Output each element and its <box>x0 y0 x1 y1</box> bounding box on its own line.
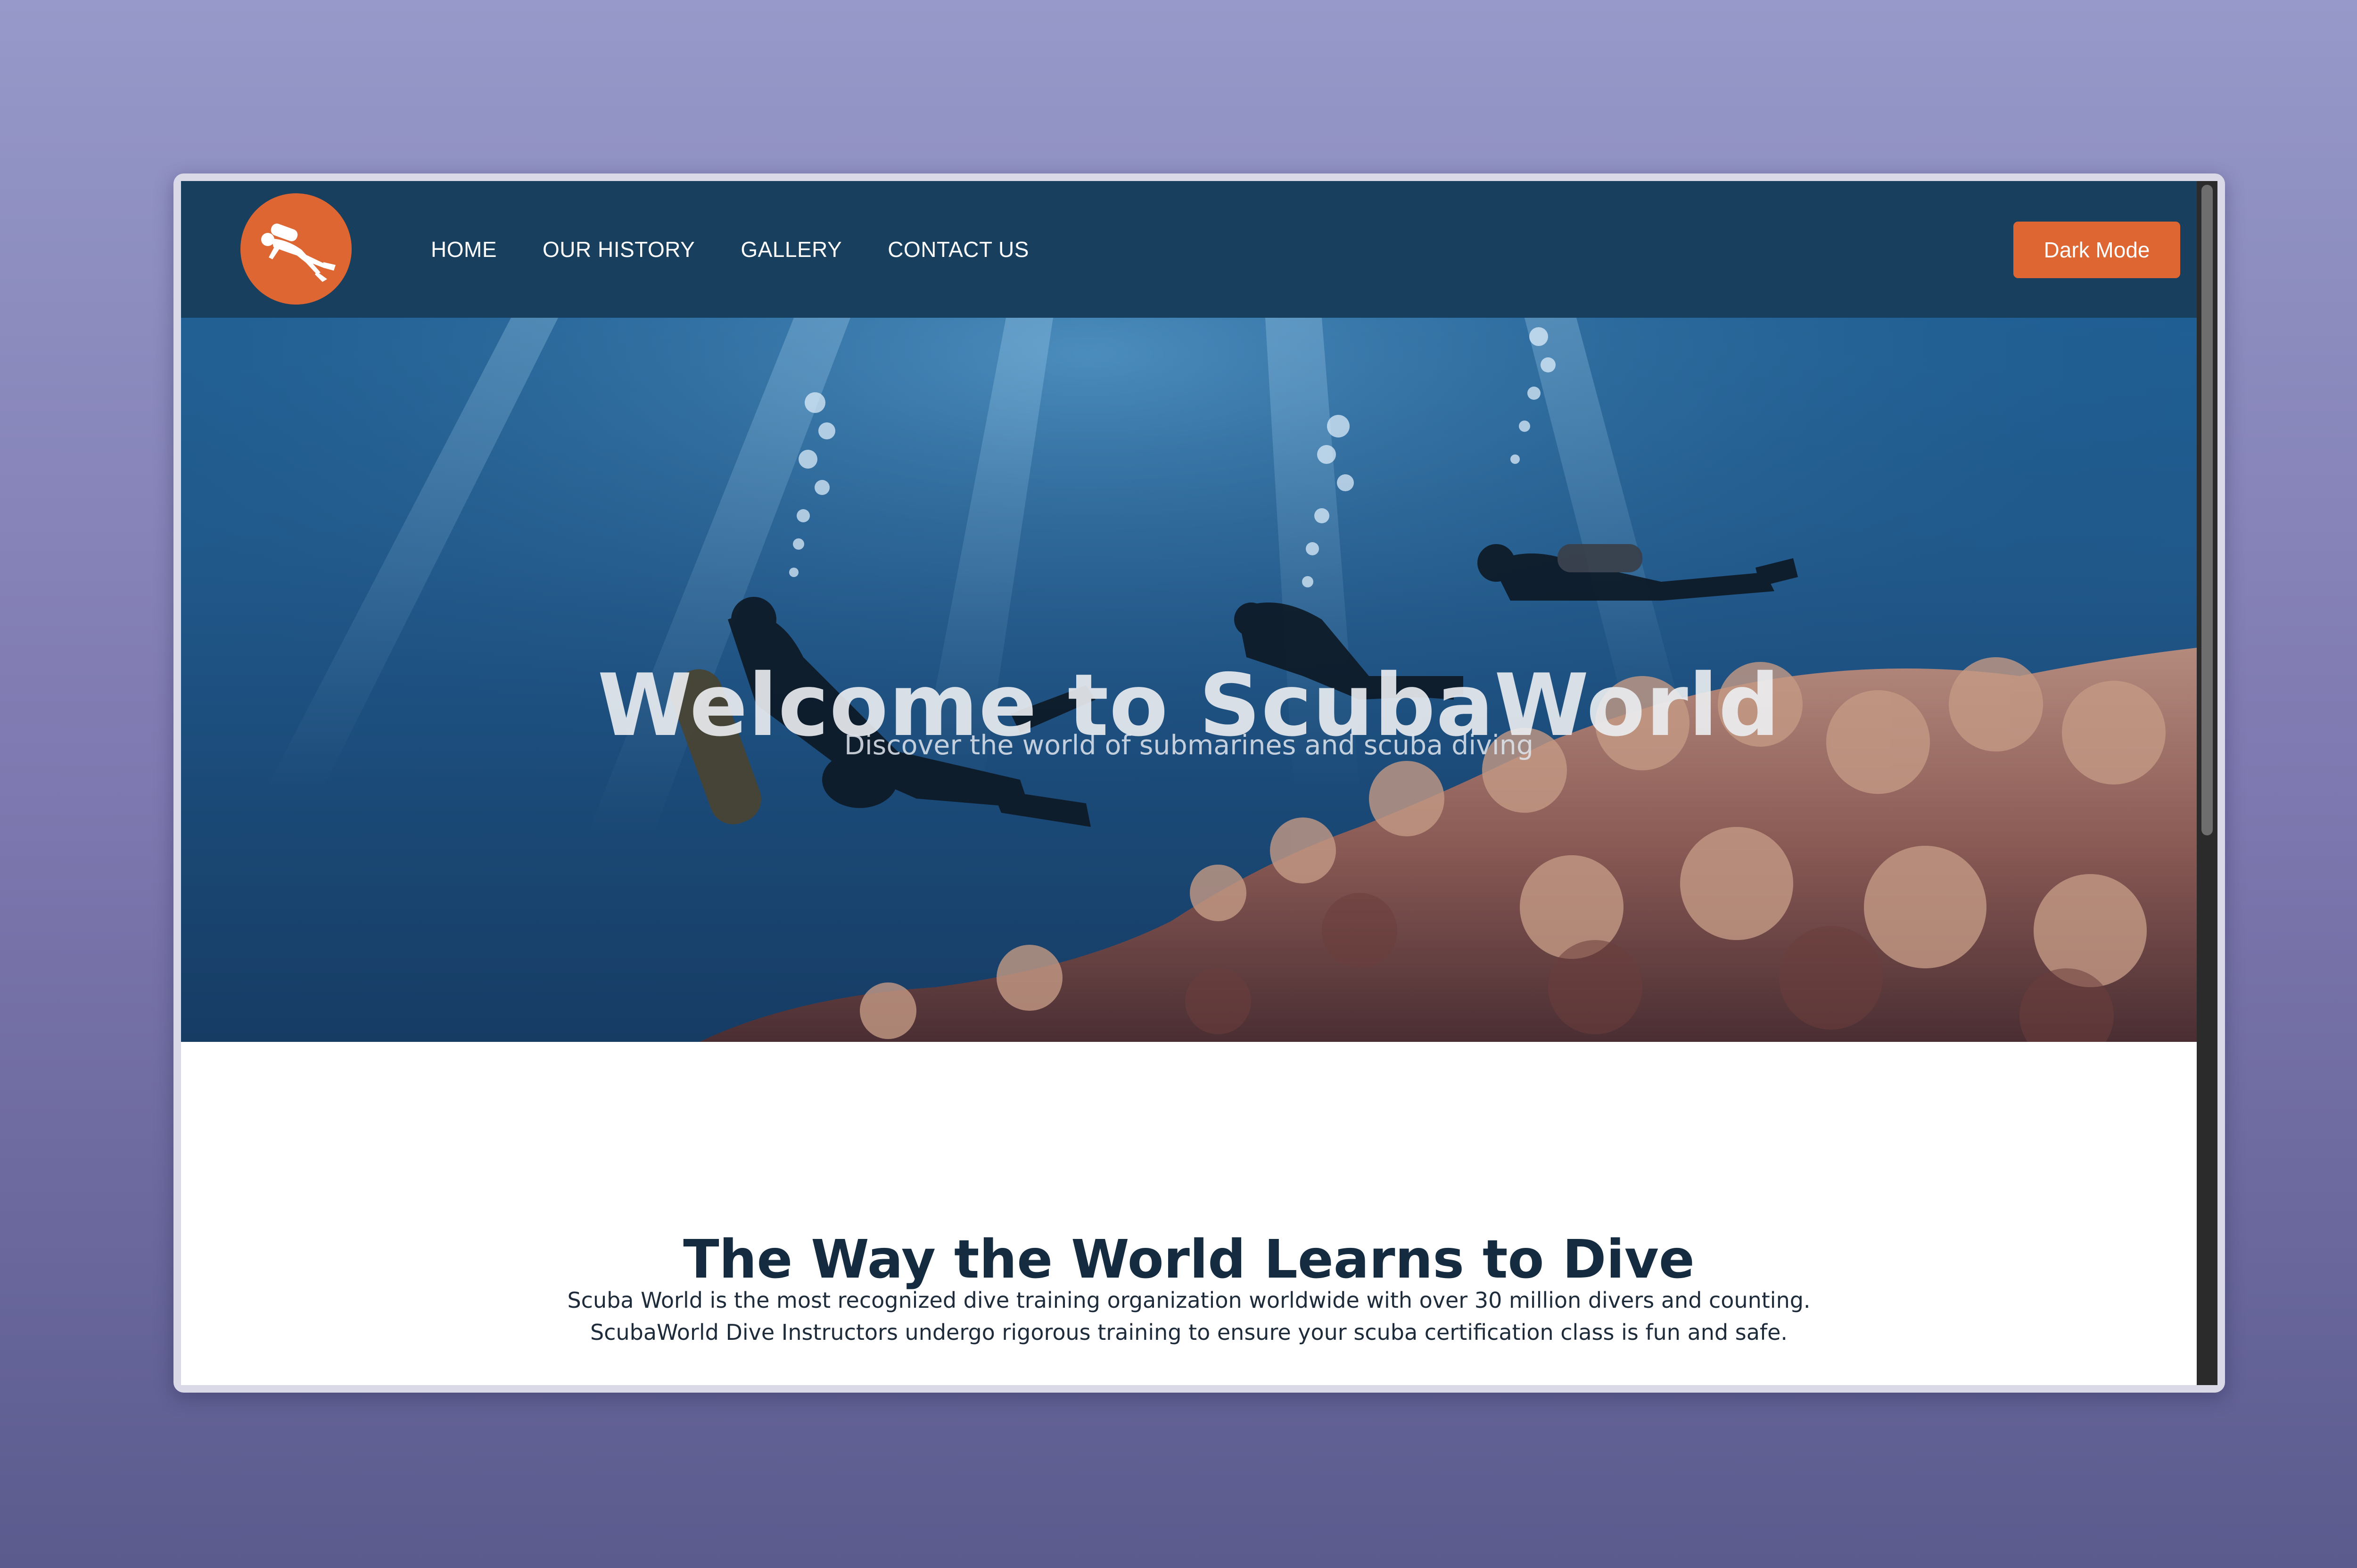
nav-our-history[interactable]: OUR HISTORY <box>543 233 695 266</box>
nav-contact-us[interactable]: CONTACT US <box>888 233 1029 266</box>
scrollbar-thumb[interactable] <box>2201 185 2213 835</box>
scuba-diver-icon <box>261 223 336 282</box>
main-nav: HOME OUR HISTORY GALLERY CONTACT US <box>431 233 1075 266</box>
intro-line-1: Scuba World is the most recognized dive … <box>567 1287 1811 1313</box>
nav-gallery[interactable]: GALLERY <box>741 233 842 266</box>
intro-paragraph: Scuba World is the most recognized dive … <box>181 1284 2197 1348</box>
navbar: HOME OUR HISTORY GALLERY CONTACT US Dark… <box>181 181 2197 318</box>
hero-subtitle: Discover the world of submarines and scu… <box>844 730 1534 761</box>
vertical-scrollbar[interactable] <box>2197 181 2217 1385</box>
hero-section: Welcome to ScubaWorld Discover the world… <box>181 318 2197 1042</box>
intro-line-2: ScubaWorld Dive Instructors undergo rigo… <box>590 1320 1788 1345</box>
dark-mode-button[interactable]: Dark Mode <box>2013 222 2180 278</box>
page-viewport: HOME OUR HISTORY GALLERY CONTACT US Dark… <box>181 181 2217 1385</box>
nav-home[interactable]: HOME <box>431 233 497 266</box>
page: HOME OUR HISTORY GALLERY CONTACT US Dark… <box>181 181 2197 1385</box>
logo[interactable] <box>240 193 352 305</box>
browser-window: HOME OUR HISTORY GALLERY CONTACT US Dark… <box>173 173 2225 1393</box>
